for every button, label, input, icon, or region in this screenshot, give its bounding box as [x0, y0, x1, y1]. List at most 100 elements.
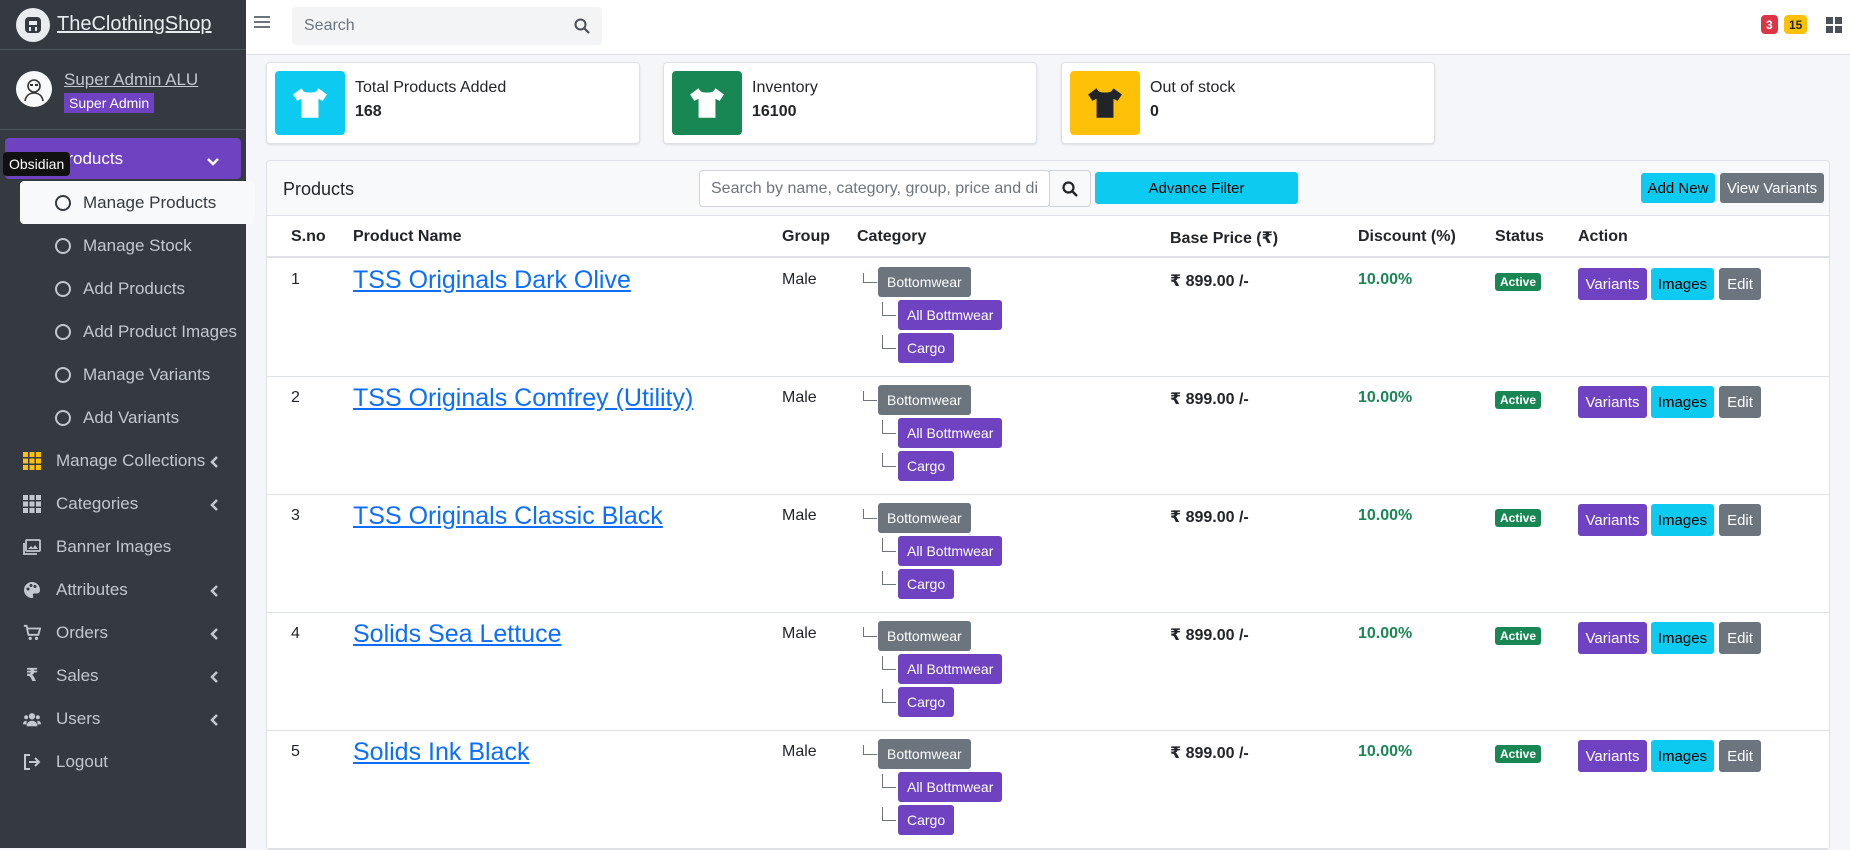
stat-card-inventory: Inventory 16100	[663, 62, 1037, 144]
product-name-link[interactable]: TSS Originals Classic Black	[353, 502, 663, 531]
cell-base-price: ₹ 899.00 /-	[1170, 745, 1249, 762]
panel-title: Products	[283, 179, 355, 199]
subcategory-tag: Cargo	[898, 451, 955, 481]
edit-button[interactable]: Edit	[1719, 622, 1761, 654]
apps-grid-icon[interactable]	[1826, 17, 1842, 38]
category-tree: Bottomwear All Bottmwear Cargo	[857, 385, 1057, 493]
variants-button[interactable]: Variants	[1578, 622, 1647, 654]
tree-line	[863, 627, 877, 637]
sidebar-item-orders[interactable]: Orders	[5, 611, 241, 654]
cell-base-price: ₹ 899.00 /-	[1170, 509, 1249, 526]
brand[interactable]: TheClothingShop	[0, 0, 246, 50]
products-panel: Products Search by name, category, group…	[266, 160, 1830, 850]
cell-discount: 10.00%	[1358, 507, 1413, 524]
product-name-link[interactable]: Solids Ink Black	[353, 738, 529, 767]
tshirt-icon	[1070, 71, 1140, 135]
sidebar-item-manage-collections[interactable]: Manage Collections	[5, 439, 241, 482]
images-button[interactable]: Images	[1651, 740, 1714, 772]
sidebar-subitem-add-product-images[interactable]: Add Product Images	[20, 310, 255, 353]
view-variants-button[interactable]: View Variants	[1720, 173, 1824, 203]
sidebar-item-banner-images[interactable]: Banner Images	[5, 525, 241, 568]
sidebar-item-attributes[interactable]: Attributes	[5, 568, 241, 611]
images-button[interactable]: Images	[1651, 386, 1714, 418]
tree-line	[882, 335, 896, 349]
chevron-left-icon	[209, 625, 219, 645]
tooltip: Obsidian	[3, 152, 71, 176]
category-tag: Bottomwear	[878, 385, 971, 415]
stat-card-total-products: Total Products Added 168	[266, 62, 640, 144]
col-action: Action	[1578, 228, 1628, 245]
images-icon	[23, 538, 41, 556]
stat-card-out-of-stock: Out of stock 0	[1061, 62, 1435, 144]
cell-group: Male	[782, 507, 817, 524]
sidebar-item-sales[interactable]: ₹ Sales	[5, 654, 241, 697]
sidebar-item-logout[interactable]: Logout	[5, 740, 241, 783]
sidebar-subitem-add-products[interactable]: Add Products	[20, 267, 255, 310]
rupee-icon: ₹	[25, 665, 39, 685]
variants-button[interactable]: Variants	[1578, 740, 1647, 772]
stat-value: 16100	[752, 103, 797, 120]
notification-badge-red[interactable]: 3	[1761, 15, 1778, 34]
users-icon	[23, 710, 41, 728]
edit-button[interactable]: Edit	[1719, 740, 1761, 772]
images-button[interactable]: Images	[1651, 268, 1714, 300]
images-button[interactable]: Images	[1651, 504, 1714, 536]
product-name-link[interactable]: TSS Originals Dark Olive	[353, 266, 631, 295]
advance-filter-button[interactable]: Advance Filter	[1095, 172, 1298, 204]
tree-line	[882, 420, 896, 434]
cell-group: Male	[782, 625, 817, 642]
subcategory-tag: All Bottmwear	[898, 654, 1003, 684]
variants-button[interactable]: Variants	[1578, 504, 1647, 536]
circle-icon	[55, 194, 71, 211]
subcategory-tag: All Bottmwear	[898, 300, 1003, 330]
variants-button[interactable]: Variants	[1578, 268, 1647, 300]
sidebar-item-label: Sales	[56, 665, 99, 685]
edit-button[interactable]: Edit	[1719, 268, 1761, 300]
product-search-input[interactable]: Search by name, category, group, price a…	[699, 170, 1050, 207]
table-row: 4 Solids Sea Lettuce Male Bottomwear All Bot…	[267, 613, 1829, 731]
tree-line	[882, 571, 896, 585]
tree-line	[882, 689, 896, 703]
sidebar-item-categories[interactable]: Categories	[5, 482, 241, 525]
chevron-left-icon	[209, 668, 219, 688]
tree-line	[863, 745, 877, 755]
brand-name[interactable]: TheClothingShop	[57, 13, 212, 36]
hamburger-menu-icon[interactable]	[254, 15, 270, 34]
cell-discount: 10.00%	[1358, 625, 1413, 642]
status-badge: Active	[1495, 273, 1542, 291]
tree-line	[882, 302, 896, 316]
variants-button[interactable]: Variants	[1578, 386, 1647, 418]
sidebar-item-users[interactable]: Users	[5, 697, 241, 740]
tree-line	[882, 453, 896, 467]
product-name-link[interactable]: TSS Originals Comfrey (Utility)	[353, 384, 693, 413]
col-group: Group	[782, 228, 830, 245]
status-badge: Active	[1495, 627, 1542, 645]
sidebar-subitem-manage-products[interactable]: Manage Products	[20, 181, 255, 224]
subcategory-tag: Cargo	[898, 333, 955, 363]
category-tree: Bottomwear All Bottmwear Cargo	[857, 503, 1057, 611]
edit-button[interactable]: Edit	[1719, 504, 1761, 536]
sidebar-subitem-manage-variants[interactable]: Manage Variants	[20, 353, 255, 396]
edit-button[interactable]: Edit	[1719, 386, 1761, 418]
user-role-badge: Super Admin	[64, 93, 155, 113]
cell-group: Male	[782, 389, 817, 406]
category-tag: Bottomwear	[878, 621, 971, 651]
chevron-left-icon	[209, 453, 219, 473]
sidebar-subitem-manage-stock[interactable]: Manage Stock	[20, 224, 255, 267]
add-new-button[interactable]: Add New	[1641, 173, 1715, 203]
sidebar-subitem-label: Manage Products	[83, 192, 217, 212]
user-name[interactable]: Super Admin ALU	[64, 70, 198, 90]
search-input[interactable]: Search	[292, 7, 602, 45]
images-button[interactable]: Images	[1651, 622, 1714, 654]
sidebar-item-label: Banner Images	[56, 536, 172, 556]
sidebar-nav: Products Manage Products Manage Stock Ad…	[0, 130, 255, 783]
search-icon[interactable]	[574, 18, 590, 39]
product-search-button[interactable]	[1049, 170, 1091, 207]
col-product-name: Product Name	[353, 228, 462, 245]
sidebar-subitem-add-variants[interactable]: Add Variants	[20, 396, 255, 439]
notification-badge-yellow[interactable]: 15	[1784, 15, 1808, 34]
product-name-link[interactable]: Solids Sea Lettuce	[353, 620, 561, 649]
cart-icon	[23, 624, 41, 642]
stat-value: 168	[355, 103, 382, 120]
chevron-left-icon	[209, 711, 219, 731]
